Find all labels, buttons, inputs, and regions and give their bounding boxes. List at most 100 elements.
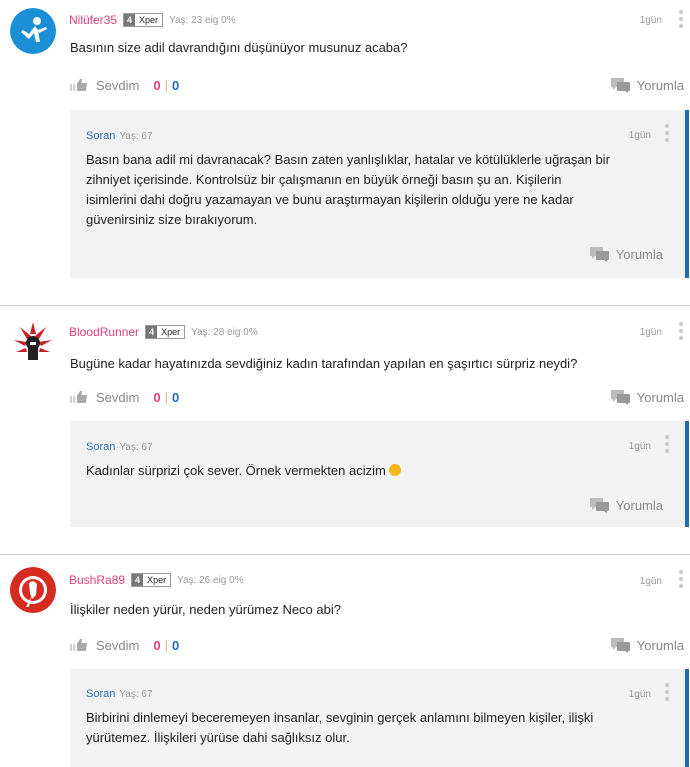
comment-card: BloodRunner 4 Xper Yaş: 28 eig 0% 1gün B… (0, 306, 690, 550)
reply-text: Kadınlar sürprizi çok sever. Örnek verme… (86, 461, 665, 481)
reply-author: Soran Yaş: 67 (86, 441, 153, 453)
reply-author-age: Yaş: 67 (119, 442, 153, 453)
reply-button[interactable]: Yorumla (610, 77, 684, 93)
reply-line: Birbirini dinlemeyi beceremeyen insanlar… (86, 710, 594, 725)
like-button[interactable]: Sevdim (96, 638, 139, 653)
user-meta: Yaş: 26 eig 0% (177, 574, 244, 586)
reply-author-name[interactable]: Soran (86, 688, 115, 700)
negative-count: 0 (171, 77, 180, 93)
comment-text: İlişkiler neden yürür, neden yürümez Nec… (70, 602, 341, 617)
user-avatar[interactable] (10, 567, 56, 613)
reply-author-age: Yaş: 67 (119, 689, 153, 700)
reply-label: Yorumla (615, 246, 663, 262)
more-options-icon[interactable] (679, 322, 683, 340)
positive-count: 0 (153, 77, 161, 93)
reply-author-age: Yaş: 67 (119, 131, 153, 142)
reply-line: zihniyet içerisinde. Kontrolsüz bir çalı… (86, 172, 562, 187)
reply-line-text: Kadınlar sürprizi çok sever. Örnek verme… (86, 463, 386, 478)
comment-text: Basının size adil davrandığını düşünüyor… (70, 40, 408, 55)
comment-text: Bugüne kadar hayatınızda sevdiğiniz kadı… (70, 356, 578, 371)
chat-bubbles-icon (610, 390, 630, 405)
reply-line: Kadınlar sürprizi çok sever. Örnek verme… (86, 461, 665, 481)
avatar-image (10, 567, 56, 613)
comment-actions: Sevdim 0 | 0 Yorumla (70, 388, 690, 406)
level-label: Xper (143, 574, 171, 586)
reply-button[interactable]: Yorumla (610, 637, 684, 653)
reply-time: 1gün (628, 441, 651, 452)
thumbs-up-icon[interactable] (70, 390, 90, 404)
comment-card: Nilüfer35 4 Xper Yaş: 23 eig 0% 1gün Bas… (0, 0, 690, 300)
reply-accent-bar (685, 421, 689, 527)
comment-card: BushRa89 4 Xper Yaş: 26 eig 0% 1gün İliş… (0, 555, 690, 767)
chat-bubbles-icon (589, 247, 609, 262)
reply-author: Soran Yaş: 67 (86, 688, 153, 700)
level-badge: 4 Xper (131, 573, 172, 587)
reply-author-name[interactable]: Soran (86, 130, 115, 142)
username-link[interactable]: BloodRunner (69, 325, 139, 339)
comment-time: 1gün (639, 576, 662, 587)
count-separator: | (164, 77, 168, 93)
avatar-image (10, 318, 56, 364)
reply-line: yürütemez. İlişkileri yürüse dahi sağlık… (86, 730, 350, 745)
comment-time: 1gün (639, 15, 662, 26)
like-button[interactable]: Sevdim (96, 390, 139, 405)
more-options-icon[interactable] (679, 570, 683, 588)
more-options-icon[interactable] (665, 124, 669, 142)
comment-actions: Sevdim 0 | 0 Yorumla (70, 636, 690, 654)
reply-text: Basın bana adil mi davranacak? Basın zat… (86, 150, 665, 230)
reply-line: Basın bana adil mi davranacak? Basın zat… (86, 152, 610, 167)
comment-actions: Sevdim 0 | 0 Yorumla (70, 76, 690, 94)
count-separator: | (164, 637, 168, 653)
avatar-image (10, 8, 56, 54)
comment-time: 1gün (639, 327, 662, 338)
user-meta: Yaş: 28 eig 0% (191, 326, 258, 338)
reply-label: Yorumla (615, 497, 663, 513)
username-link[interactable]: BushRa89 (69, 573, 125, 587)
thumbs-up-icon[interactable] (70, 638, 90, 652)
level-badge: 4 Xper (123, 13, 164, 27)
level-label: Xper (157, 326, 185, 338)
reply-card: Soran Yaş: 67 1gün Kadınlar sürprizi çok … (70, 421, 689, 527)
count-separator: | (164, 389, 168, 405)
reply-time: 1gün (628, 130, 651, 141)
reply-line: isimlerini dahi doğru yazamayan ve bunu … (86, 192, 574, 207)
like-button[interactable]: Sevdim (96, 78, 139, 93)
more-options-icon[interactable] (665, 435, 669, 453)
reply-time: 1gün (628, 689, 651, 700)
reply-author: Soran Yaş: 67 (86, 130, 153, 142)
reply-label: Yorumla (636, 77, 684, 93)
comment-header: BushRa89 4 Xper Yaş: 26 eig 0% (69, 572, 244, 588)
reply-accent-bar (685, 110, 689, 278)
more-options-icon[interactable] (665, 683, 669, 701)
chat-bubbles-icon (610, 638, 630, 653)
reply-button[interactable]: Yorumla (610, 389, 684, 405)
chat-bubbles-icon (589, 498, 609, 513)
user-meta: Yaş: 23 eig 0% (169, 14, 236, 26)
positive-count: 0 (153, 389, 161, 405)
smile-emoji-icon (389, 464, 402, 476)
level-number: 4 (124, 14, 136, 26)
username-link[interactable]: Nilüfer35 (69, 13, 117, 27)
reply-label: Yorumla (636, 389, 684, 405)
reply-card: Soran Yaş: 67 1gün Birbirini dinlemeyi be… (70, 669, 689, 767)
reply-card: Soran Yaş: 67 1gün Basın bana adil mi dav… (70, 110, 689, 278)
user-avatar[interactable] (10, 318, 56, 364)
reply-accent-bar (685, 669, 689, 767)
reply-line: güvenirsiniz size bırakıyorum. (86, 212, 258, 227)
negative-count: 0 (171, 389, 180, 405)
reply-author-name[interactable]: Soran (86, 441, 115, 453)
comment-header: BloodRunner 4 Xper Yaş: 28 eig 0% (69, 324, 258, 340)
negative-count: 0 (171, 637, 180, 653)
thumbs-up-icon[interactable] (70, 78, 90, 92)
reply-button[interactable]: Yorumla (589, 497, 663, 513)
reply-text: Birbirini dinlemeyi beceremeyen insanlar… (86, 708, 665, 748)
level-label: Xper (135, 14, 163, 26)
more-options-icon[interactable] (679, 10, 683, 28)
chat-bubbles-icon (610, 78, 630, 93)
reply-label: Yorumla (636, 637, 684, 653)
user-avatar[interactable] (10, 8, 56, 54)
comment-header: Nilüfer35 4 Xper Yaş: 23 eig 0% (69, 12, 236, 28)
level-number: 4 (132, 574, 144, 586)
level-badge: 4 Xper (145, 325, 186, 339)
reply-button[interactable]: Yorumla (589, 246, 663, 262)
